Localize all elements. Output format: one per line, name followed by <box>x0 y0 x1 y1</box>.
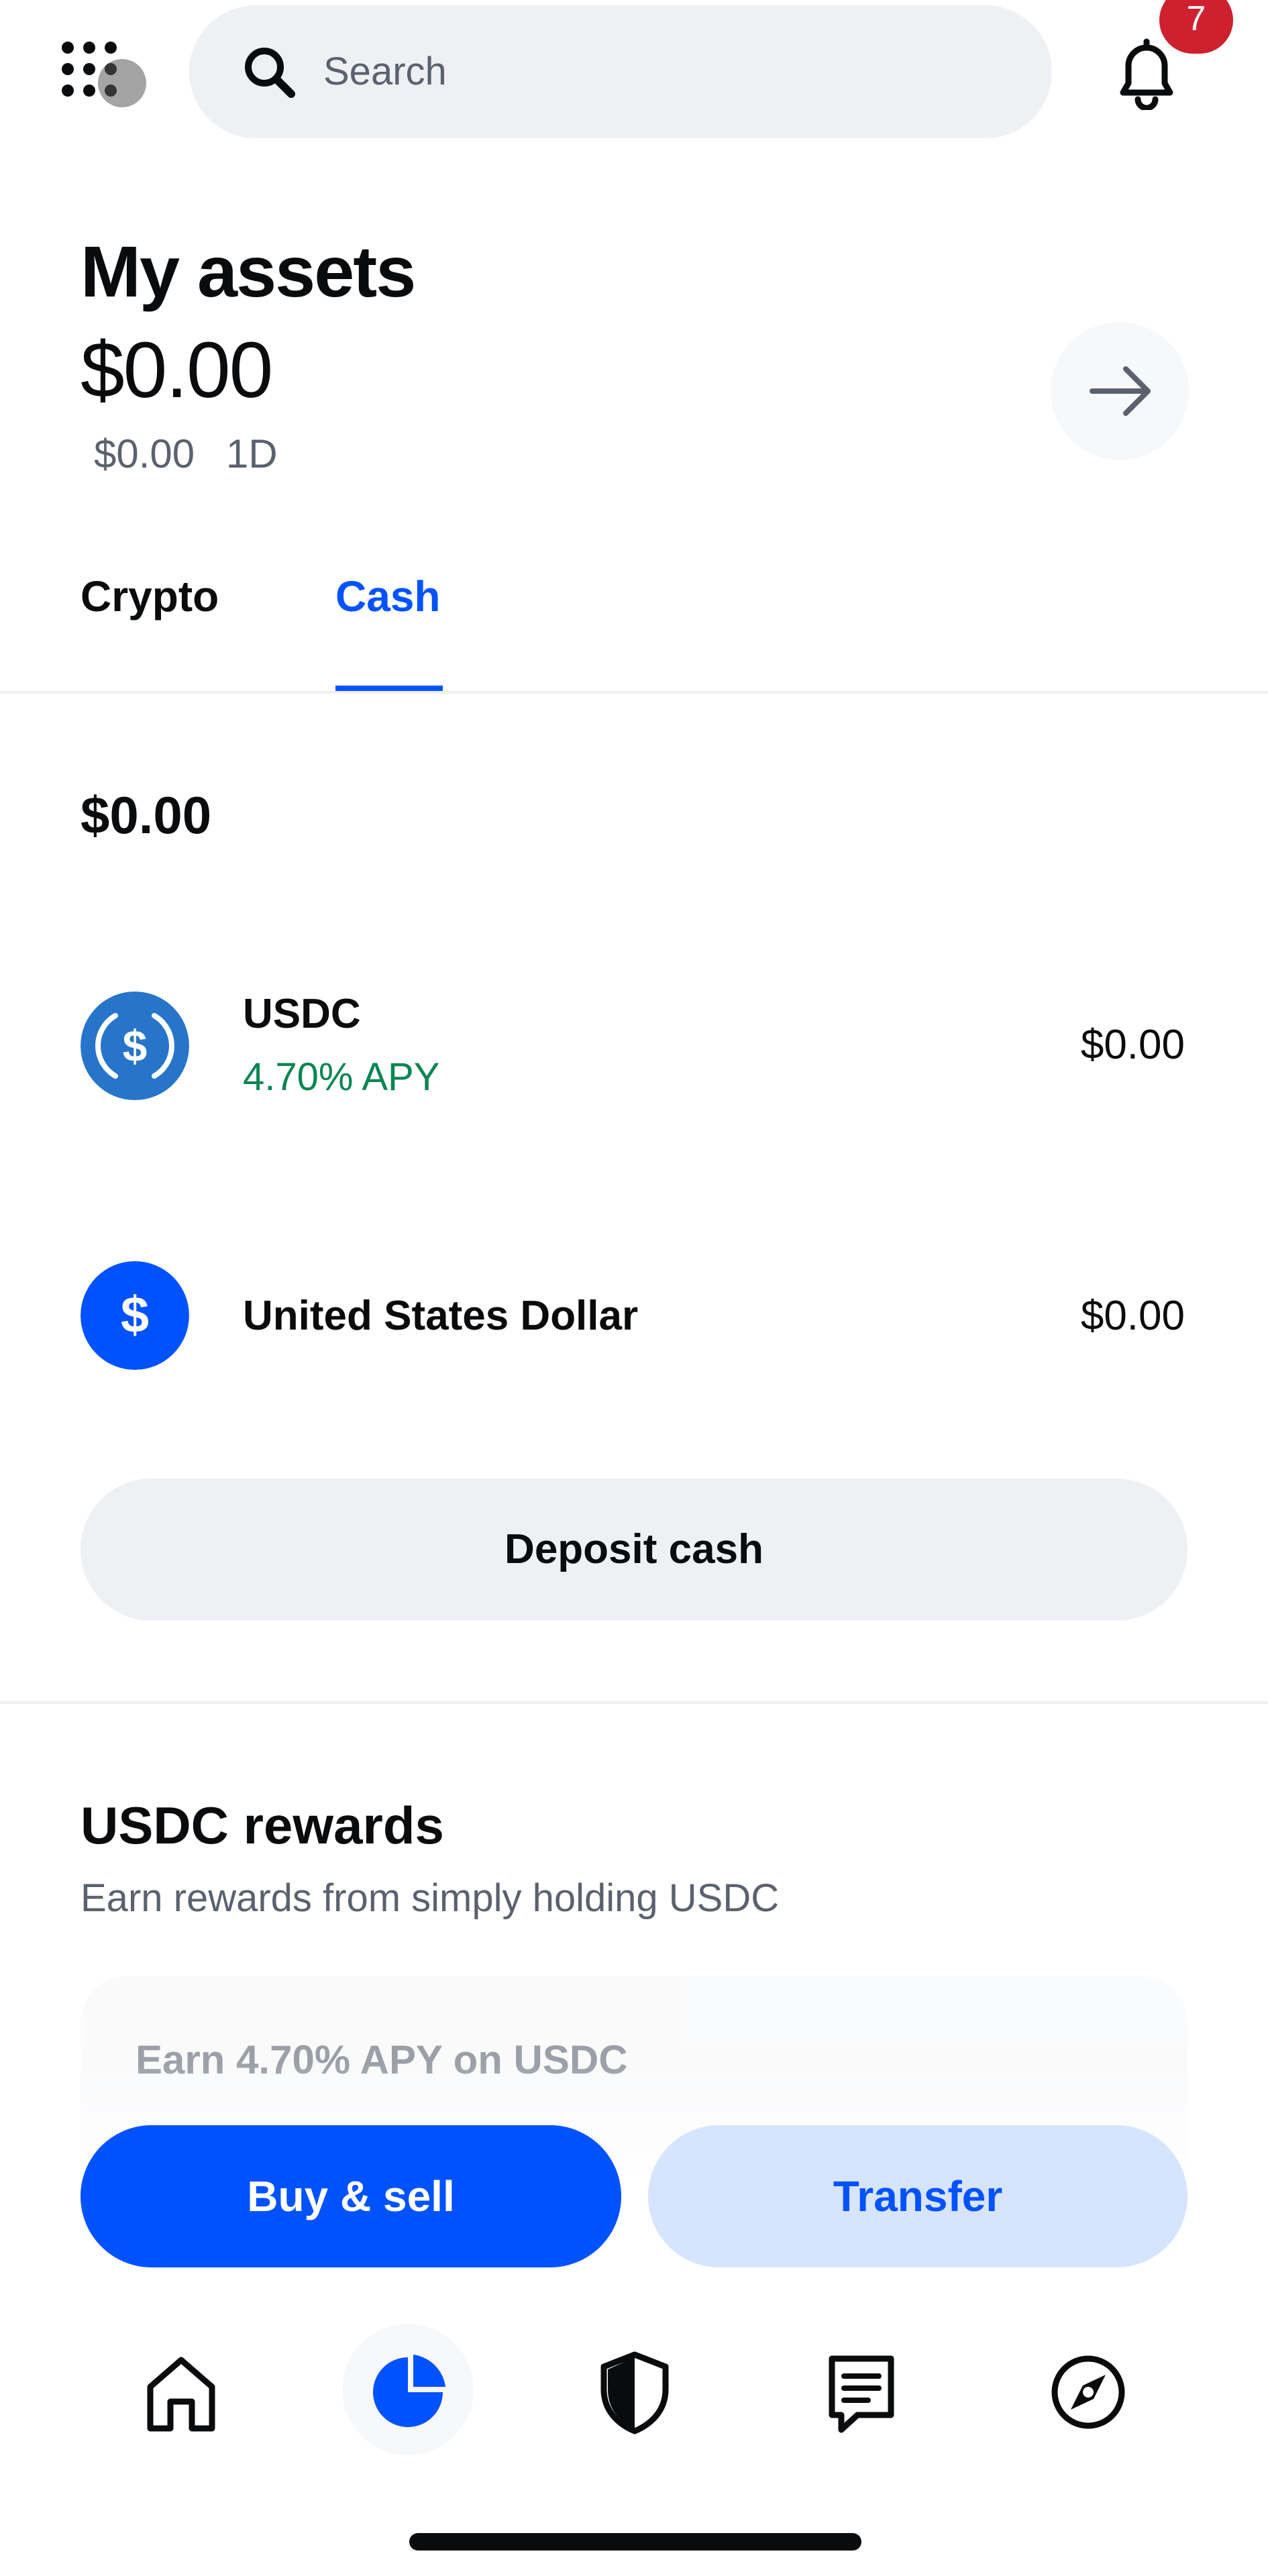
tab-cash[interactable]: Cash <box>335 572 441 621</box>
buy-sell-button[interactable]: Buy & sell <box>81 2125 621 2267</box>
search-input[interactable]: Search <box>323 5 447 138</box>
explore-icon[interactable] <box>1041 2345 1135 2439</box>
balance-details-button[interactable] <box>1051 322 1189 460</box>
transfer-label: Transfer <box>833 2172 1003 2220</box>
tab-active-indicator <box>335 686 443 691</box>
svg-text:$: $ <box>123 1021 148 1071</box>
apps-grid-icon[interactable] <box>62 42 146 109</box>
buy-sell-label: Buy & sell <box>247 2172 455 2220</box>
balance-change: $0.00 1D <box>94 431 278 477</box>
dollar-icon: $ <box>81 1261 189 1370</box>
section-divider <box>0 1701 1268 1704</box>
cash-total: $0.00 <box>81 786 212 845</box>
rewards-title: USDC rewards <box>81 1796 444 1855</box>
usdc-icon: $ <box>81 991 189 1100</box>
deposit-cash-label: Deposit cash <box>505 1526 763 1572</box>
change-period: 1D <box>225 431 278 476</box>
assets-icon[interactable] <box>361 2345 455 2439</box>
asset-value: $0.00 <box>1080 1022 1185 1068</box>
deposit-cash-button[interactable]: Deposit cash <box>81 1479 1187 1621</box>
asset-row-usd[interactable]: $ United States Dollar $0.00 <box>0 1234 1268 1395</box>
shield-icon[interactable] <box>588 2345 682 2439</box>
tabs-divider <box>0 691 1268 694</box>
asset-value: $0.00 <box>1080 1293 1185 1339</box>
home-indicator <box>409 2533 861 2551</box>
total-balance: $0.00 <box>81 326 273 415</box>
transfer-button[interactable]: Transfer <box>648 2125 1187 2267</box>
home-icon[interactable] <box>134 2345 228 2439</box>
rewards-subtitle: Earn rewards from simply holding USDC <box>81 1876 780 1920</box>
asset-apy: 4.70% APY <box>243 1055 440 1099</box>
svg-text:$: $ <box>121 1287 149 1344</box>
search-icon <box>245 48 295 98</box>
asset-row-usdc[interactable]: $ USDC 4.70% APY $0.00 <box>0 966 1268 1127</box>
page-title: My assets <box>81 231 416 312</box>
transactions-icon[interactable] <box>814 2345 908 2439</box>
touch-indicator <box>98 59 146 107</box>
tab-crypto[interactable]: Crypto <box>81 572 219 621</box>
asset-name: United States Dollar <box>243 1293 639 1339</box>
search-bar[interactable]: Search <box>189 5 1052 138</box>
change-value: $0.00 <box>94 431 195 476</box>
arrow-right-icon <box>1090 366 1151 416</box>
asset-name: USDC <box>243 991 361 1037</box>
